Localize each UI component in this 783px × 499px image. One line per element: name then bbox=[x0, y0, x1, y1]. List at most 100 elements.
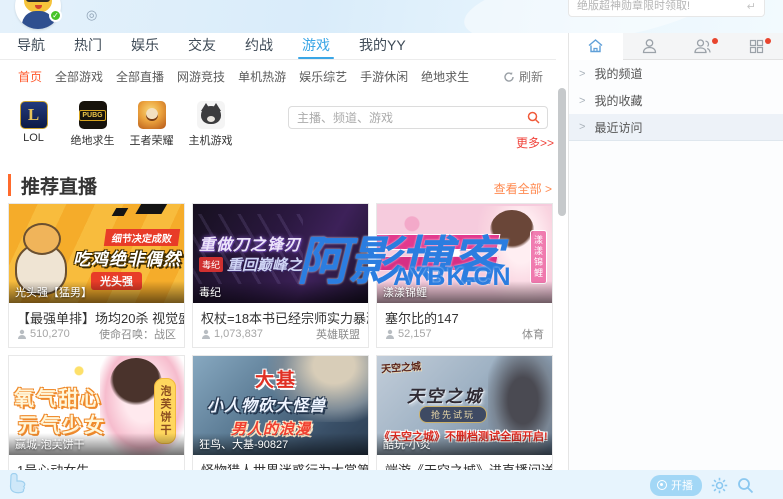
quick-game-console[interactable]: 主机游戏 bbox=[181, 101, 240, 148]
bottom-toolbar-actions: 开播 bbox=[650, 475, 754, 496]
stream-category: 体育 bbox=[522, 326, 544, 342]
bottom-toolbar: 开播 bbox=[0, 470, 783, 499]
sidebar-tab-groups[interactable] bbox=[676, 33, 730, 60]
streamer-name: 光头强【猛男】 bbox=[9, 281, 184, 303]
quick-game-label: LOL bbox=[23, 132, 44, 144]
grid-icon bbox=[749, 39, 764, 54]
stream-card[interactable]: 重做刀之锋刃 毒纪 重回巅峰之 毒纪 权杖=18本书已经宗师实力暴涨... 1,… bbox=[192, 203, 369, 348]
sidebar-item-my-favorites[interactable]: > 我的收藏 bbox=[569, 87, 783, 114]
subnav-home[interactable]: 首页 bbox=[18, 68, 42, 85]
sidebar-item-label: 我的频道 bbox=[594, 65, 642, 82]
thumb-game-logo: 天空之城 bbox=[407, 382, 483, 407]
nav-tab-friends[interactable]: 交友 bbox=[188, 33, 216, 59]
stream-thumbnail: 氧气甜心 元气少女 泡芙饼干 赢城-泡芙饼干 bbox=[9, 356, 184, 455]
nav-tab-games[interactable]: 游戏 bbox=[302, 33, 330, 59]
subnav-variety[interactable]: 娱乐综艺 bbox=[299, 68, 347, 85]
enter-icon: ↵ bbox=[747, 0, 756, 13]
nav-tab-entertainment[interactable]: 娱乐 bbox=[131, 33, 159, 59]
sidebar-tab-contacts[interactable] bbox=[623, 33, 677, 60]
streamer-name: 漾漾锦鲤 bbox=[377, 281, 552, 303]
sub-nav: 首页 全部游戏 全部直播 网游竞技 单机热游 娱乐综艺 手游休闲 绝地求生 bbox=[0, 63, 556, 89]
search-icon[interactable] bbox=[527, 111, 540, 124]
thumb-slogan: 氧气甜心 bbox=[14, 382, 102, 411]
promo-status-input[interactable]: 绝版超神勋章限时领取! ↵ bbox=[568, 0, 765, 17]
sidebar-item-recent-visits[interactable]: > 最近访问 bbox=[569, 114, 783, 141]
thumb-slogan: 大基 bbox=[255, 365, 297, 392]
view-all-link[interactable]: 查看全部 > bbox=[494, 180, 552, 197]
sidebar-item-my-channels[interactable]: > 我的频道 bbox=[569, 60, 783, 87]
viewer-count: 1,073,837 bbox=[201, 328, 263, 340]
settings-gear-icon[interactable] bbox=[711, 477, 728, 494]
channel-sidebar: > 我的频道 > 我的收藏 > 最近访问 bbox=[568, 33, 783, 470]
nav-tab-hot[interactable]: 热门 bbox=[74, 33, 102, 59]
group-icon bbox=[694, 38, 711, 54]
chevron-right-icon: > bbox=[579, 121, 585, 133]
stream-title: 塞尔比的147 bbox=[377, 303, 552, 325]
subnav-online-esports[interactable]: 网游竞技 bbox=[177, 68, 225, 85]
nav-tab-battle[interactable]: 约战 bbox=[245, 33, 273, 59]
thumb-badge: 毒纪 bbox=[199, 257, 223, 272]
yy-client-window: ✓ ◎ 绝版超神勋章限时领取! ↵ 导航 热门 娱乐 交友 约战 游戏 我的YY… bbox=[0, 0, 783, 499]
streamer-name: 酷玩-小炎 bbox=[377, 433, 552, 455]
home-icon bbox=[587, 38, 604, 54]
notification-dot bbox=[765, 38, 771, 44]
thumb-play-badge: 抢先试玩 bbox=[419, 406, 487, 423]
thumb-slogan: 吃鸡绝非偶然 bbox=[73, 245, 181, 270]
subnav-pc-hot[interactable]: 单机热游 bbox=[238, 68, 286, 85]
person-icon bbox=[201, 329, 211, 339]
streamer-name: 赢城-泡芙饼干 bbox=[9, 433, 184, 455]
thumb-corner-logo: 天空之城 bbox=[381, 358, 422, 376]
thumb-slogan: 小人物砍大怪兽 bbox=[207, 392, 326, 416]
stream-card[interactable]: 漾漾锦鲤 漾漾锦鲤 塞尔比的147 52,157 体育 bbox=[376, 203, 553, 348]
search-input[interactable] bbox=[289, 111, 527, 125]
refresh-label: 刷新 bbox=[519, 68, 543, 85]
streamer-name: 毒纪 bbox=[193, 281, 368, 303]
stream-category: 英雄联盟 bbox=[316, 326, 360, 342]
subnav-mobile-casual[interactable]: 手游休闲 bbox=[360, 68, 408, 85]
refresh-button[interactable]: 刷新 bbox=[503, 68, 543, 85]
thumb-slogan: 细节决定成败 bbox=[104, 229, 180, 246]
sidebar-tab-home[interactable] bbox=[569, 33, 623, 60]
quick-game-lol[interactable]: L LOL bbox=[4, 101, 63, 148]
sidebar-tabs bbox=[569, 33, 783, 60]
stream-thumbnail: 重做刀之锋刃 毒纪 重回巅峰之 毒纪 bbox=[193, 204, 368, 303]
stream-thumbnail: 大基 小人物砍大怪兽 男人的浪漫 狂鸟、大基-90827 bbox=[193, 356, 368, 455]
avatar-art bbox=[26, 0, 50, 2]
subnav-all-live[interactable]: 全部直播 bbox=[116, 68, 164, 85]
online-status-badge: ✓ bbox=[49, 9, 62, 22]
sidebar-tab-apps[interactable] bbox=[730, 33, 783, 60]
status-ring-icon[interactable]: ◎ bbox=[86, 7, 97, 23]
subnav-all-games[interactable]: 全部游戏 bbox=[55, 68, 103, 85]
promo-status-text: 绝版超神勋章限时领取! bbox=[577, 0, 690, 13]
sidebar-item-label: 最近访问 bbox=[594, 119, 642, 136]
quick-game-honor-of-kings[interactable]: 王者荣耀 bbox=[122, 101, 181, 148]
quick-games-row: L LOL PUBG 绝地求生 王者荣耀 主机游戏 bbox=[4, 101, 240, 148]
chevron-right-icon: > bbox=[579, 95, 585, 107]
start-broadcast-button[interactable]: 开播 bbox=[650, 475, 702, 496]
refresh-icon bbox=[503, 71, 515, 83]
stream-thumbnail: 天空之城 天空之城 抢先试玩 《天空之城》不删档测试全面开启! 酷玩-小炎 bbox=[377, 356, 552, 455]
stream-title: 权杖=18本书已经宗师实力暴涨... bbox=[193, 303, 368, 325]
stream-title: 【最强单排】场均20杀 视觉盛宴 bbox=[9, 303, 184, 325]
quick-game-label: 王者荣耀 bbox=[130, 132, 174, 148]
search-box bbox=[288, 106, 548, 129]
broadcast-icon bbox=[657, 480, 667, 490]
vertical-scrollbar-thumb[interactable] bbox=[558, 88, 566, 216]
fist-interaction-icon[interactable] bbox=[7, 473, 33, 499]
quick-game-label: 绝地求生 bbox=[71, 132, 115, 148]
quick-game-pubg[interactable]: PUBG 绝地求生 bbox=[63, 101, 122, 148]
section-title: 推荐直播 bbox=[21, 172, 97, 199]
more-link[interactable]: 更多>> bbox=[516, 134, 554, 151]
nav-tab-daohang[interactable]: 导航 bbox=[17, 33, 45, 59]
sidebar-item-label: 我的收藏 bbox=[594, 92, 642, 109]
lol-game-icon: L bbox=[20, 101, 48, 129]
thumb-vertical-badge: 漾漾锦鲤 bbox=[530, 230, 547, 284]
main-nav: 导航 热门 娱乐 交友 约战 游戏 我的YY bbox=[0, 33, 556, 60]
bear-mascot-art bbox=[23, 223, 61, 255]
search-icon[interactable] bbox=[737, 477, 754, 494]
quick-game-label: 主机游戏 bbox=[189, 132, 233, 148]
nav-tab-my-yy[interactable]: 我的YY bbox=[359, 33, 406, 59]
recommended-streams-grid: 细节决定成败 吃鸡绝非偶然 光头强 光头强【猛男】 【最强单排】场均20杀 视觉… bbox=[8, 203, 554, 494]
subnav-pubg[interactable]: 绝地求生 bbox=[421, 68, 469, 85]
stream-card[interactable]: 细节决定成败 吃鸡绝非偶然 光头强 光头强【猛男】 【最强单排】场均20杀 视觉… bbox=[8, 203, 185, 348]
